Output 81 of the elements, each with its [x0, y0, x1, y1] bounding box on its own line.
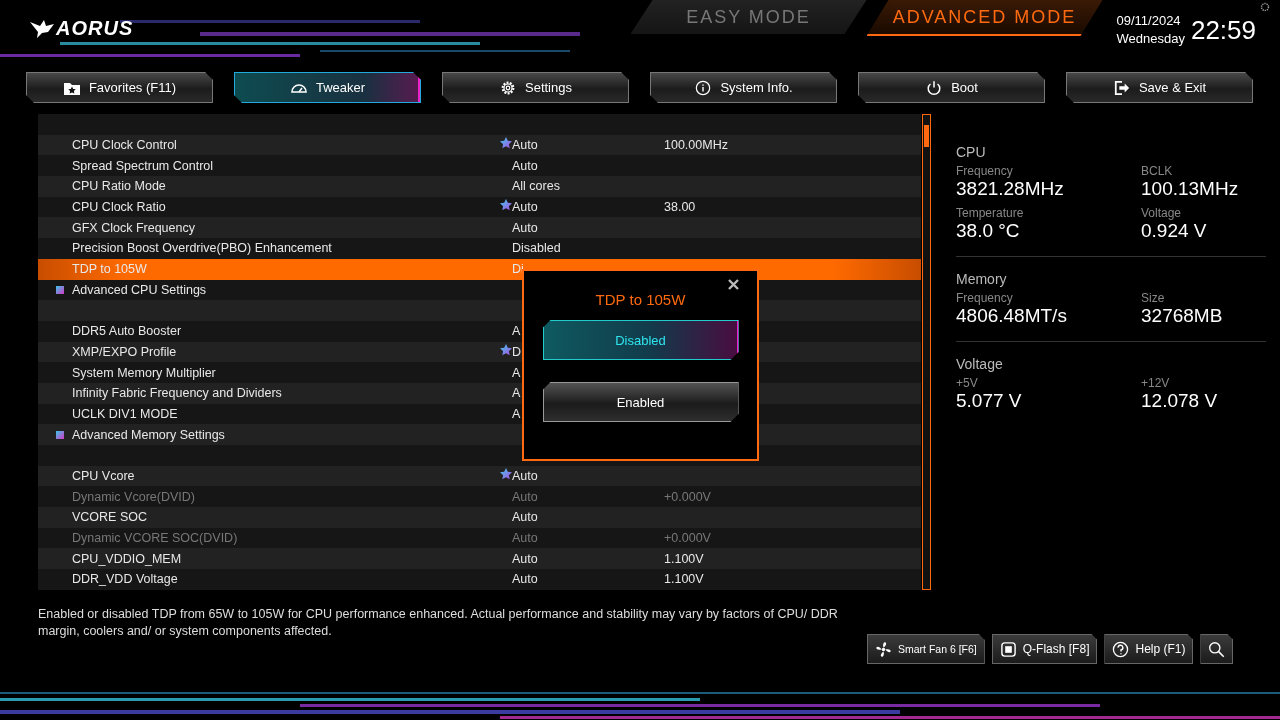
- help-icon: [1112, 640, 1130, 658]
- setting-value[interactable]: Auto: [512, 510, 664, 525]
- submenu-bullet-icon: [56, 285, 64, 294]
- setting-value[interactable]: Auto: [512, 138, 664, 153]
- exit-icon: [1112, 79, 1131, 96]
- monitor-label: BCLK: [1141, 164, 1174, 178]
- scrollbar[interactable]: [922, 114, 931, 590]
- setting-label[interactable]: VCORE SOC: [72, 510, 500, 525]
- setting-label[interactable]: XMP/EXPO Profile: [72, 344, 500, 359]
- monitor-label: Temperature: [956, 206, 1025, 220]
- search-button[interactable]: [1200, 634, 1234, 664]
- setting-label[interactable]: Infinity Fabric Frequency and Dividers: [72, 386, 500, 401]
- setting-value[interactable]: Disabled: [512, 241, 664, 256]
- help-description: Enabled or disabled TDP from 65W to 105W for CPU performance enhanced. Actual performance and stability may vary by factors of CPU/ DDR margin, coolers and/ or system components affected.: [38, 606, 838, 640]
- setting-label[interactable]: DDR5 Auto Booster: [72, 324, 500, 339]
- info-icon: [694, 79, 713, 96]
- search-icon: [1208, 640, 1226, 658]
- setting-value[interactable]: Auto: [512, 200, 664, 215]
- close-icon[interactable]: [728, 279, 739, 290]
- monitor-value: 12.078 V: [1141, 390, 1219, 412]
- weekday-text: Wednesday: [1116, 30, 1185, 48]
- setting-value[interactable]: Auto: [512, 220, 664, 235]
- monitor-label: Size: [1141, 291, 1166, 305]
- setting-label[interactable]: DDR_VDD Voltage: [72, 572, 500, 587]
- date-text: 09/11/2024: [1116, 12, 1182, 30]
- clock-time: 22:59: [1190, 14, 1256, 46]
- setting-value[interactable]: Auto: [512, 551, 664, 566]
- monitor-value: 38.0 °C: [956, 220, 1021, 242]
- toolbar-button[interactable]: Q-Flash [F8]: [991, 634, 1098, 664]
- setting-label[interactable]: CPU Clock Ratio: [72, 200, 500, 215]
- menu-tab[interactable]: Favorites (F11): [26, 72, 213, 103]
- menu-tab[interactable]: System Info.: [650, 72, 837, 103]
- monitor-value: 4806.48MT/s: [956, 305, 1068, 327]
- setting-value[interactable]: All cores: [512, 179, 664, 194]
- mode-tab[interactable]: ADVANCED MODE: [866, 0, 1103, 36]
- chip-icon: [999, 640, 1017, 658]
- monitor-label: Frequency: [956, 291, 1014, 305]
- mode-tab[interactable]: EASY MODE: [630, 0, 867, 34]
- menu-tab[interactable]: Settings: [442, 72, 629, 103]
- setting-label[interactable]: CPU_VDDIO_MEM: [72, 551, 500, 566]
- monitor-label: Frequency: [956, 164, 1014, 178]
- setting-value[interactable]: Auto: [512, 158, 664, 173]
- setting-reading: 38.00: [664, 200, 697, 215]
- setting-reading: 100.00MHz: [664, 138, 729, 153]
- setting-reading: +0.000V: [664, 531, 712, 546]
- setting-reading: 1.100V: [664, 572, 705, 587]
- monitor-value: 100.13MHz: [1141, 178, 1240, 200]
- monitor-label: +12V: [1141, 376, 1171, 390]
- setting-label[interactable]: GFX Clock Frequency: [72, 220, 500, 235]
- submenu-bullet-icon: [56, 430, 64, 439]
- toolbar-button[interactable]: Smart Fan 6 [F6]: [867, 634, 985, 664]
- monitor-value: 5.077 V: [956, 390, 1023, 412]
- toolbar-button[interactable]: Help (F1): [1104, 634, 1194, 664]
- setting-value[interactable]: Auto: [512, 572, 664, 587]
- section-title: CPU: [956, 144, 987, 160]
- section-title: Voltage: [956, 356, 1004, 372]
- brand-logo: AORUS: [56, 17, 134, 40]
- setting-label[interactable]: CPU Ratio Mode: [72, 179, 500, 194]
- setting-value[interactable]: Auto: [512, 469, 664, 484]
- monitor-value: 32768MB: [1141, 305, 1224, 327]
- setting-label[interactable]: Spread Spectrum Control: [72, 158, 500, 173]
- option-button[interactable]: Enabled: [542, 382, 739, 422]
- monitor-label: +5V: [956, 376, 979, 390]
- setting-label[interactable]: UCLK DIV1 MODE: [72, 406, 500, 421]
- gear-icon: [499, 79, 517, 96]
- monitor-value: 3821.28MHz: [956, 178, 1065, 200]
- setting-label[interactable]: Precision Boost Overdrive(PBO) Enhancement: [72, 241, 500, 256]
- setting-reading: 1.100V: [664, 551, 705, 566]
- fan-icon: [875, 640, 892, 658]
- setting-label[interactable]: CPU Vcore: [72, 469, 500, 484]
- menu-tab[interactable]: Boot: [858, 72, 1045, 103]
- dialog-title: TDP to 105W: [595, 291, 686, 308]
- section-title: Memory: [956, 271, 1008, 287]
- setting-label[interactable]: CPU Clock Control: [72, 138, 500, 153]
- setting-reading: +0.000V: [664, 489, 712, 504]
- menu-tab[interactable]: Tweaker: [234, 72, 421, 103]
- monitor-label: Voltage: [1141, 206, 1183, 220]
- monitor-value: 0.924 V: [1141, 220, 1208, 242]
- setting-label[interactable]: System Memory Multiplier: [72, 365, 500, 380]
- menu-tab[interactable]: Save & Exit: [1066, 72, 1253, 103]
- option-button[interactable]: Disabled: [542, 320, 739, 360]
